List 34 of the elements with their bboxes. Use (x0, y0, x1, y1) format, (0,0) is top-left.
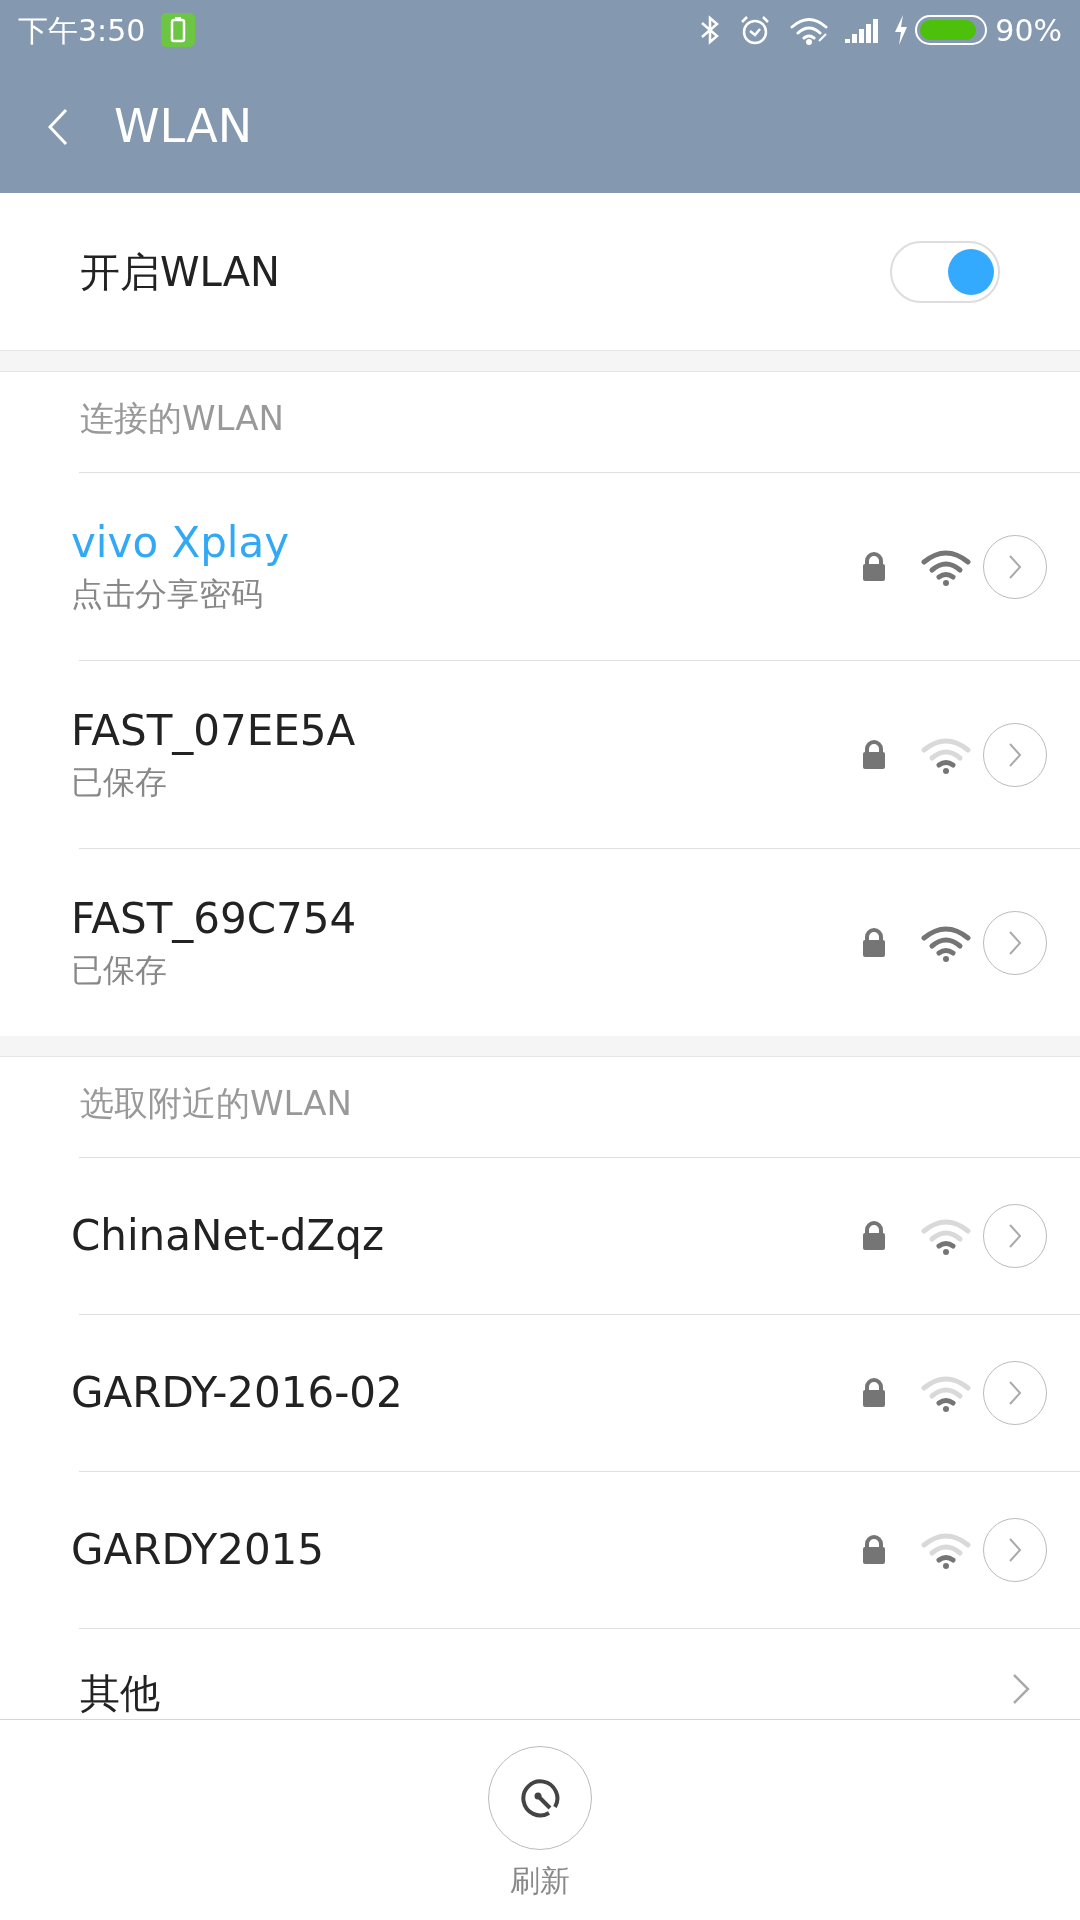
network-row[interactable]: vivo Xplay 点击分享密码 (0, 472, 1080, 660)
chevron-right-icon (1008, 1537, 1022, 1563)
network-name: vivo Xplay (71, 516, 291, 569)
network-name: FAST_69C754 (71, 892, 358, 945)
network-status: 点击分享密码 (71, 573, 264, 615)
status-time: 下午3:50 (18, 11, 146, 50)
network-name: FAST_07EE5A (71, 704, 357, 757)
network-row[interactable]: ChinaNet-dZqz (0, 1157, 1080, 1314)
network-status: 已保存 (71, 949, 168, 991)
network-row[interactable]: FAST_07EE5A 已保存 (0, 660, 1080, 848)
page-title: WLAN (114, 98, 253, 155)
network-name: GARDY-2016-02 (71, 1367, 404, 1419)
chevron-right-icon (1008, 929, 1022, 956)
switch-knob (948, 248, 994, 295)
wlan-toggle-label: 开启WLAN (80, 247, 282, 297)
chevron-right-icon (1008, 741, 1022, 768)
network-name: GARDY2015 (71, 1524, 326, 1576)
refresh-label: 刷新 (510, 1862, 570, 1900)
back-icon[interactable] (48, 107, 68, 146)
section-header: 连接的WLAN (80, 397, 285, 440)
chevron-right-icon (1008, 553, 1022, 580)
chevron-right-icon (1008, 1223, 1022, 1249)
network-row[interactable]: GARDY-2016-02 (0, 1314, 1080, 1471)
section-header: 选取附近的WLAN (80, 1082, 353, 1125)
battery-level-fill (920, 20, 977, 40)
battery-percent: 90% (995, 11, 1062, 50)
network-row[interactable]: GARDY2015 (0, 1471, 1080, 1628)
chevron-right-icon (1012, 1673, 1030, 1705)
chevron-right-icon (1008, 1380, 1022, 1406)
network-status: 已保存 (71, 761, 168, 803)
refresh-icon (519, 1777, 561, 1819)
battery-saver-icon (161, 13, 196, 47)
other-label: 其他 (80, 1669, 161, 1718)
network-name: ChinaNet-dZqz (71, 1210, 385, 1262)
